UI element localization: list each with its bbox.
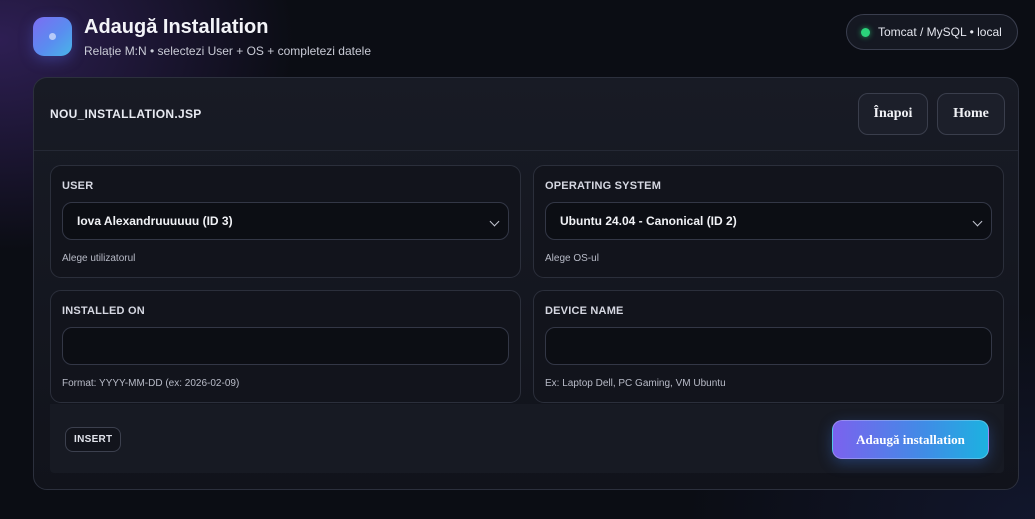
mode-badge: INSERT <box>65 427 122 452</box>
os-select-value: Ubuntu 24.04 - Canonical (ID 2) <box>560 214 737 228</box>
user-hint: Alege utilizatorul <box>62 253 136 264</box>
add-installation-button[interactable]: Adaugă installation <box>832 420 989 459</box>
device-name-label: DEVICE NAME <box>545 305 624 317</box>
installed-on-field-group: INSTALLED ON Format: YYYY-MM-DD (ex: 202… <box>50 290 521 403</box>
page-title: Adaugă Installation <box>84 16 269 38</box>
status-text: Tomcat / MySQL • local <box>878 25 1002 39</box>
back-button[interactable]: Înapoi <box>858 93 928 135</box>
os-hint: Alege OS-ul <box>545 253 599 264</box>
status-badge: Tomcat / MySQL • local <box>846 14 1018 50</box>
os-select[interactable]: Ubuntu 24.04 - Canonical (ID 2) <box>545 202 992 240</box>
page-header: Adaugă Installation Relație M:N • select… <box>33 16 985 58</box>
status-dot-icon <box>861 27 870 37</box>
form-card: NOU_INSTALLATION.JSP Înapoi Home USER Io… <box>33 77 1019 490</box>
device-name-hint: Ex: Laptop Dell, PC Gaming, VM Ubuntu <box>545 378 726 389</box>
chevron-down-icon <box>489 216 500 227</box>
user-label: USER <box>62 180 94 192</box>
device-name-field-group: DEVICE NAME Ex: Laptop Dell, PC Gaming, … <box>533 290 1004 403</box>
device-name-input[interactable] <box>545 327 992 365</box>
home-button[interactable]: Home <box>937 93 1005 135</box>
card-header: NOU_INSTALLATION.JSP Înapoi Home <box>34 78 1018 151</box>
logo-dot <box>49 33 56 40</box>
form-footer: INSERT Adaugă installation <box>50 404 1004 473</box>
page-subtitle: Relație M:N • selectezi User + OS + comp… <box>84 44 371 58</box>
os-label: OPERATING SYSTEM <box>545 180 662 192</box>
user-select[interactable]: Iova Alexandruuuuuu (ID 3) <box>62 202 509 240</box>
user-field-group: USER Iova Alexandruuuuuu (ID 3) Alege ut… <box>50 165 521 278</box>
installed-on-input[interactable] <box>62 327 509 365</box>
chevron-down-icon <box>972 216 983 227</box>
installed-on-label: INSTALLED ON <box>62 305 145 317</box>
app-logo-icon <box>33 17 72 56</box>
card-title: NOU_INSTALLATION.JSP <box>50 107 202 121</box>
installed-on-hint: Format: YYYY-MM-DD (ex: 2026-02-09) <box>62 378 240 389</box>
user-select-value: Iova Alexandruuuuuu (ID 3) <box>77 214 233 228</box>
os-field-group: OPERATING SYSTEM Ubuntu 24.04 - Canonica… <box>533 165 1004 278</box>
